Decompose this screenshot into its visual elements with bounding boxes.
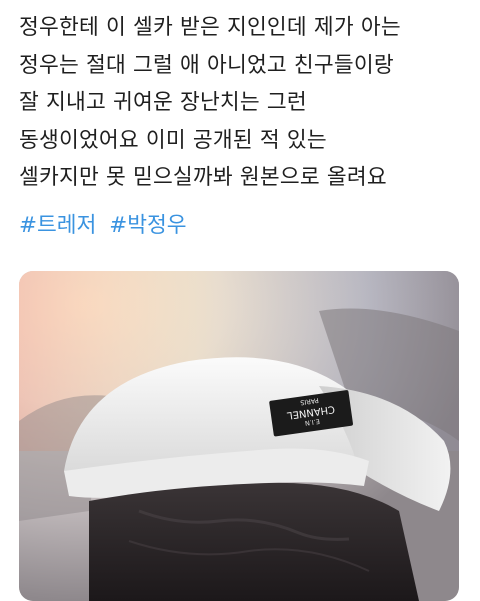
tweet-text: 정우한테 이 셀카 받은 지인인데 제가 아는 정우는 절대 그럴 애 아니었고…	[19, 9, 474, 197]
hashtag-link-treasure[interactable]: #트레저	[19, 213, 96, 238]
hashtag-link-parkjeongwoo[interactable]: #박정우	[109, 213, 186, 238]
hashtag-list: #트레저 #박정우	[19, 207, 193, 244]
tweet-text-line: 정우한테 이 셀카 받은 지인인데 제가 아는	[19, 15, 401, 40]
tweet-text-line: 셀카지만 못 믿으실까봐 원본으로 올려요	[19, 165, 387, 190]
tweet-media-photo[interactable]: E.I.N CHANNEL PARIS	[19, 271, 459, 601]
tweet-text-line: 동생이었어요 이미 공개된 적 있는	[19, 127, 327, 153]
tweet-text-line: 잘 지내고 귀여운 장난치는 그런	[19, 90, 307, 115]
tweet-text-line: 정우는 절대 그럴 애 아니었고 친구들이랑	[19, 52, 394, 78]
selfie-photo: E.I.N CHANNEL PARIS	[19, 271, 459, 601]
